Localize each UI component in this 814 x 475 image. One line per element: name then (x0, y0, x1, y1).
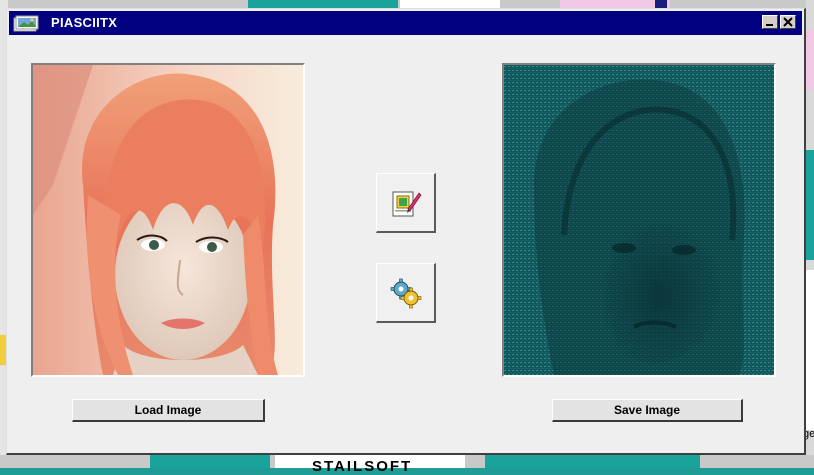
desktop-fragment (806, 30, 814, 90)
close-icon (783, 17, 793, 27)
close-button[interactable] (780, 15, 796, 29)
desktop-fragment-text: STAILSOFT (312, 458, 413, 475)
desktop-fragment (806, 270, 814, 430)
load-image-button[interactable]: Load Image (72, 399, 265, 422)
ascii-output-image (504, 65, 774, 375)
desktop-fragment (806, 150, 814, 260)
ascii-output-panel (502, 63, 776, 377)
title-bar[interactable]: PIASCIITX (9, 11, 802, 35)
settings-button[interactable] (376, 263, 436, 323)
desktop-fragment (150, 455, 270, 468)
app-window: PIASCIITX Load Image Save Image (6, 8, 806, 455)
source-photo (33, 65, 303, 375)
app-photos-icon[interactable] (13, 14, 39, 32)
minimize-icon (766, 24, 773, 26)
minimize-button[interactable] (762, 15, 778, 29)
convert-button[interactable] (376, 173, 436, 233)
desktop-fragment (485, 455, 700, 468)
gears-icon (390, 278, 422, 309)
source-image-panel (31, 63, 305, 377)
window-title: PIASCIITX (51, 15, 118, 30)
edit-image-icon (392, 191, 422, 217)
save-image-button[interactable]: Save Image (552, 399, 743, 422)
